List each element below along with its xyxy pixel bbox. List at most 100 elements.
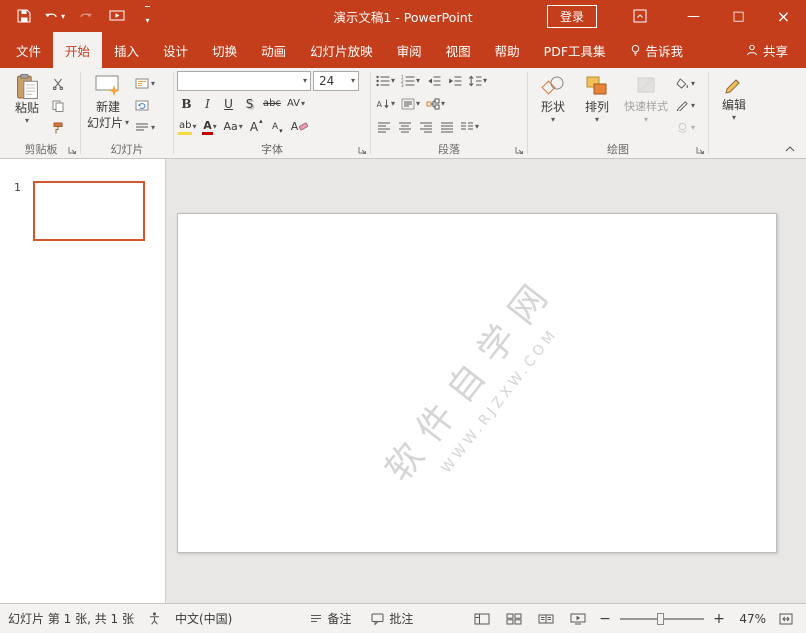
slide-thumbnail-panel: 1 bbox=[0, 159, 166, 603]
shape-outline-button[interactable] bbox=[673, 96, 698, 115]
tab-help[interactable]: 帮助 bbox=[483, 32, 532, 68]
slide-counter[interactable]: 幻灯片 第 1 张, 共 1 张 bbox=[8, 610, 134, 627]
start-slideshow-button[interactable] bbox=[101, 0, 132, 32]
minimize-button[interactable]: — bbox=[671, 0, 716, 32]
text-highlight-button[interactable]: ab bbox=[177, 117, 199, 136]
zoom-out-button[interactable]: − bbox=[597, 607, 613, 631]
normal-view-button[interactable] bbox=[469, 607, 494, 631]
slide-sorter-view-button[interactable] bbox=[501, 607, 526, 631]
numbering-button[interactable]: 123 bbox=[399, 71, 422, 90]
slide-thumbnail[interactable] bbox=[33, 181, 145, 241]
tab-pdf-tools[interactable]: PDF工具集 bbox=[532, 32, 618, 68]
drawing-small-buttons bbox=[673, 70, 698, 142]
zoom-in-button[interactable]: + bbox=[711, 607, 727, 631]
font-color-button[interactable]: A bbox=[201, 117, 220, 136]
slideshow-view-button[interactable] bbox=[565, 607, 590, 631]
strikethrough-button[interactable]: abc bbox=[261, 94, 283, 113]
slide-layout-button[interactable] bbox=[132, 74, 158, 93]
quick-styles-button[interactable]: 快速样式 bbox=[619, 70, 673, 142]
collapse-ribbon-button[interactable] bbox=[782, 143, 798, 155]
font-size-select[interactable]: 24 bbox=[313, 70, 359, 91]
ribbon-display-options-button[interactable] bbox=[623, 0, 657, 32]
columns-button[interactable] bbox=[458, 117, 481, 136]
tab-home[interactable]: 开始 bbox=[53, 32, 103, 68]
italic-button[interactable]: I bbox=[198, 94, 217, 113]
clipboard-dialog-launcher[interactable] bbox=[68, 146, 78, 156]
text-direction-button[interactable]: A bbox=[374, 94, 397, 113]
drawing-dialog-launcher[interactable] bbox=[696, 146, 706, 156]
accessibility-checker-button[interactable] bbox=[148, 612, 161, 625]
language-button[interactable]: 中文(中国) bbox=[175, 610, 232, 627]
character-spacing-button[interactable]: AV bbox=[285, 94, 307, 113]
chevron-down-icon bbox=[691, 124, 695, 132]
undo-button[interactable]: ▾ bbox=[39, 0, 70, 32]
tab-slideshow[interactable]: 幻灯片放映 bbox=[298, 32, 385, 68]
format-painter-button[interactable] bbox=[49, 118, 67, 137]
convert-to-smartart-button[interactable] bbox=[424, 94, 447, 113]
increase-indent-button[interactable] bbox=[445, 71, 464, 90]
close-button[interactable]: × bbox=[761, 0, 806, 32]
cut-button[interactable] bbox=[49, 74, 67, 93]
shapes-button[interactable]: 形状 bbox=[531, 70, 575, 142]
new-slide-button[interactable]: 新建 幻灯片 bbox=[84, 70, 132, 142]
copy-button[interactable] bbox=[49, 96, 67, 115]
sign-in-button[interactable]: 登录 bbox=[546, 4, 597, 28]
align-left-button[interactable] bbox=[374, 117, 393, 136]
decrease-indent-button[interactable] bbox=[424, 71, 443, 90]
shape-effects-button[interactable] bbox=[673, 118, 698, 137]
zoom-slider[interactable] bbox=[620, 612, 704, 625]
align-center-button[interactable] bbox=[395, 117, 414, 136]
shapes-icon bbox=[541, 74, 565, 98]
tab-share[interactable]: 共享 bbox=[734, 32, 800, 68]
paragraph-group-label: 段落 bbox=[438, 143, 460, 156]
redo-button[interactable] bbox=[70, 0, 101, 32]
bullets-button[interactable] bbox=[374, 71, 397, 90]
chevron-down-icon bbox=[416, 100, 420, 108]
accessibility-icon bbox=[148, 612, 161, 625]
reset-slide-button[interactable] bbox=[132, 96, 158, 115]
tab-insert[interactable]: 插入 bbox=[102, 32, 151, 68]
tab-file[interactable]: 文件 bbox=[4, 32, 53, 68]
tab-review[interactable]: 审阅 bbox=[385, 32, 434, 68]
change-case-button[interactable]: Aa bbox=[222, 117, 245, 136]
paste-button[interactable]: 粘贴 bbox=[5, 70, 49, 142]
font-group: 24 B I U S abc AV ab A Aa A▴ A bbox=[174, 68, 370, 158]
customize-quick-access-button[interactable]: ▾ bbox=[132, 0, 163, 32]
shape-fill-button[interactable] bbox=[673, 74, 698, 93]
justify-button[interactable] bbox=[437, 117, 456, 136]
bold-button[interactable]: B bbox=[177, 94, 196, 113]
tab-animations[interactable]: 动画 bbox=[249, 32, 298, 68]
grow-font-button[interactable]: A ▴ bbox=[247, 117, 266, 136]
maximize-button[interactable]: □ bbox=[716, 0, 761, 32]
tab-transitions[interactable]: 切换 bbox=[200, 32, 249, 68]
text-shadow-button[interactable]: S bbox=[240, 94, 259, 113]
align-text-icon bbox=[401, 98, 415, 110]
line-spacing-button[interactable] bbox=[466, 71, 489, 90]
section-button[interactable] bbox=[132, 118, 158, 137]
underline-button[interactable]: U bbox=[219, 94, 238, 113]
tab-tell-me[interactable]: 告诉我 bbox=[618, 32, 696, 68]
tab-design[interactable]: 设计 bbox=[151, 32, 200, 68]
font-dialog-launcher[interactable] bbox=[358, 146, 368, 156]
clear-formatting-button[interactable]: A bbox=[289, 117, 311, 136]
notes-button[interactable]: 备注 bbox=[310, 610, 351, 627]
reading-view-button[interactable] bbox=[533, 607, 558, 631]
section-icon bbox=[135, 122, 149, 133]
comments-button[interactable]: 批注 bbox=[371, 610, 413, 627]
arrange-button[interactable]: 排列 bbox=[575, 70, 619, 142]
slide-canvas[interactable]: 软件自学网 WWW.RJZXW.COM bbox=[177, 213, 777, 553]
shrink-font-button[interactable]: A ▾ bbox=[268, 117, 287, 136]
align-right-button[interactable] bbox=[416, 117, 435, 136]
zoom-slider-thumb[interactable] bbox=[656, 612, 664, 625]
font-name-select[interactable] bbox=[177, 70, 311, 91]
fill-bucket-icon bbox=[676, 78, 689, 89]
save-button[interactable] bbox=[8, 0, 39, 32]
zoom-percentage[interactable]: 47% bbox=[734, 612, 766, 626]
paragraph-dialog-launcher[interactable] bbox=[515, 146, 525, 156]
fit-slide-to-window-button[interactable] bbox=[773, 607, 798, 631]
align-text-button[interactable] bbox=[399, 94, 422, 113]
tab-view[interactable]: 视图 bbox=[434, 32, 483, 68]
editing-button[interactable]: 编辑 bbox=[712, 70, 756, 142]
editing-pencil-icon bbox=[723, 74, 745, 96]
chevron-down-icon bbox=[691, 80, 695, 88]
